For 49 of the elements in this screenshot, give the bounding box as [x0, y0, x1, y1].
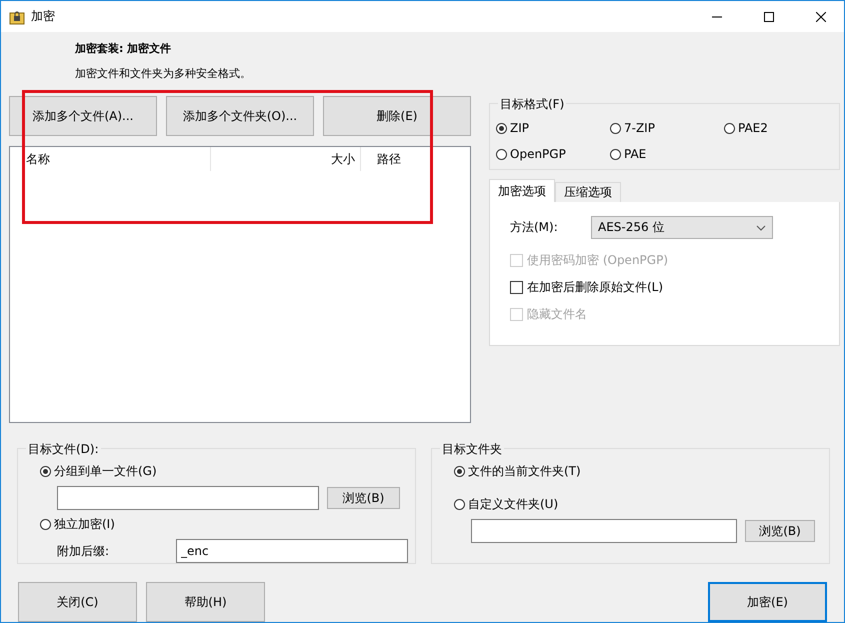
radio-circle-icon[interactable]	[496, 148, 507, 160]
toolbar-button[interactable]: 添加多个文件(A)...	[9, 96, 157, 136]
header-title: 加密套装: 加密文件	[75, 41, 172, 56]
radio-button[interactable]: ZIP	[496, 121, 610, 135]
radio-circle-icon[interactable]	[496, 122, 507, 134]
radio-button[interactable]: 自定义文件夹(U)	[454, 496, 829, 513]
radio-button[interactable]: 分组到单一文件(G)	[40, 463, 415, 480]
input-field[interactable]	[57, 486, 319, 510]
method-dropdown[interactable]: AES-256 位	[591, 216, 773, 239]
chevron-down-icon	[756, 224, 766, 230]
suffix-field[interactable]: _enc	[176, 539, 408, 563]
radio-circle-icon[interactable]	[724, 122, 735, 134]
radio-circle-icon[interactable]	[40, 466, 51, 477]
tab[interactable]: 加密选项	[489, 179, 555, 202]
suffix-label: 附加后缀:	[57, 542, 110, 560]
toolbar-button[interactable]: 删除(E)	[323, 96, 471, 136]
dialog-button[interactable]: 帮助(H)	[146, 582, 265, 622]
dialog-button[interactable]: 加密(E)	[708, 582, 827, 622]
radio-circle-icon[interactable]	[454, 499, 465, 510]
lock-folder-icon	[9, 8, 25, 24]
radio-circle-icon[interactable]	[454, 466, 465, 477]
group-label: 目标文件夹	[440, 441, 504, 458]
group-label: 目标格式(F)	[498, 96, 566, 113]
checkbox[interactable]: 在加密后删除原始文件(L)	[510, 278, 819, 297]
header-subtitle: 加密文件和文件夹为多种安全格式。	[75, 66, 252, 81]
radio-button[interactable]: PAE2	[724, 121, 838, 135]
group-label: 目标文件(D):	[26, 441, 101, 458]
radio-circle-icon[interactable]	[610, 148, 621, 160]
browse-button[interactable]: 浏览(B)	[327, 487, 400, 509]
radio-button[interactable]: 7-ZIP	[610, 121, 724, 135]
tab[interactable]: 压缩选项	[555, 182, 621, 202]
dialog-button[interactable]: 关闭(C)	[18, 582, 137, 622]
window-title: 加密	[31, 8, 56, 25]
browse-button[interactable]: 浏览(B)	[745, 520, 815, 542]
radio-button[interactable]: 文件的当前文件夹(T)	[454, 463, 829, 480]
file-list[interactable]: 名称 大小 路径	[9, 146, 471, 423]
radio-button[interactable]: PAE	[610, 147, 724, 161]
radio-circle-icon[interactable]	[40, 519, 51, 530]
column-header[interactable]: 路径	[361, 147, 461, 171]
radio-circle-icon[interactable]	[610, 122, 621, 134]
radio-button[interactable]: 独立加密(I)	[40, 516, 415, 533]
column-header[interactable]: 大小	[211, 147, 361, 171]
column-header[interactable]: 名称	[10, 147, 211, 171]
toolbar-button[interactable]: 添加多个文件夹(O)...	[166, 96, 314, 136]
radio-button[interactable]: OpenPGP	[496, 147, 610, 161]
method-label: 方法(M):	[510, 219, 559, 236]
maximize-icon[interactable]	[764, 12, 774, 22]
input-field[interactable]	[471, 519, 737, 543]
close-icon[interactable]	[816, 12, 826, 22]
